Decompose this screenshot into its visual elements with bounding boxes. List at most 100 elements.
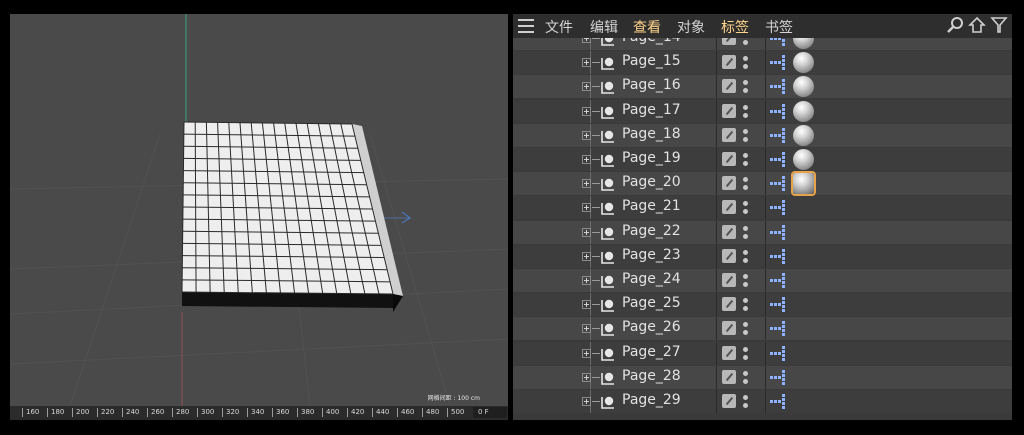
filter-icon[interactable] bbox=[990, 16, 1008, 34]
object-name[interactable]: Page_16 bbox=[622, 77, 681, 93]
expand-toggle-icon[interactable] bbox=[582, 106, 591, 116]
expand-toggle-icon[interactable] bbox=[582, 38, 591, 43]
3d-viewport[interactable]: 网格间距 : 100 cm 0 F 160 180 200 220 240 260 280 3… bbox=[10, 14, 508, 420]
enable-toggle-icon[interactable] bbox=[722, 38, 736, 45]
editor-visibility-dot[interactable] bbox=[743, 395, 748, 400]
object-row[interactable]: Page_22 bbox=[513, 220, 1012, 244]
cloner-tag-icon[interactable] bbox=[769, 296, 789, 313]
enable-toggle-icon[interactable] bbox=[722, 224, 736, 239]
cloner-tag-icon[interactable] bbox=[769, 127, 789, 144]
menu-item[interactable]: 编辑 bbox=[590, 17, 618, 37]
material-tag-icon[interactable] bbox=[793, 76, 814, 98]
object-name[interactable]: Page_17 bbox=[622, 102, 681, 118]
object-row[interactable]: Page_24 bbox=[513, 269, 1012, 292]
cloner-tag-icon[interactable] bbox=[769, 151, 789, 168]
object-row[interactable]: Page_23 bbox=[513, 244, 1012, 268]
cloner-tag-icon[interactable] bbox=[769, 224, 789, 241]
object-name[interactable]: Page_23 bbox=[622, 247, 681, 263]
object-row[interactable]: Page_18 bbox=[513, 123, 1012, 147]
object-name[interactable]: Page_18 bbox=[622, 126, 681, 142]
enable-toggle-icon[interactable] bbox=[722, 127, 736, 142]
object-row[interactable]: Page_25 bbox=[513, 293, 1012, 317]
object-row[interactable]: Page_26 bbox=[513, 317, 1012, 341]
render-visibility-dot[interactable] bbox=[743, 257, 748, 263]
cloner-tag-icon[interactable] bbox=[769, 272, 789, 289]
enable-toggle-icon[interactable] bbox=[722, 273, 736, 287]
cloner-tag-icon[interactable] bbox=[769, 54, 789, 71]
enable-toggle-icon[interactable] bbox=[722, 79, 736, 94]
render-visibility-dot[interactable] bbox=[743, 185, 748, 191]
editor-visibility-dot[interactable] bbox=[743, 346, 748, 352]
expand-toggle-icon[interactable] bbox=[582, 203, 591, 213]
menu-item[interactable]: 对象 bbox=[677, 17, 705, 37]
expand-toggle-icon[interactable] bbox=[582, 276, 591, 285]
editor-visibility-dot[interactable] bbox=[743, 177, 748, 183]
expand-toggle-icon[interactable] bbox=[582, 348, 591, 358]
object-row[interactable]: Page_27 bbox=[513, 341, 1012, 365]
render-visibility-dot[interactable] bbox=[743, 209, 748, 215]
expand-toggle-icon[interactable] bbox=[582, 324, 591, 334]
editor-visibility-dot[interactable] bbox=[743, 56, 748, 62]
render-visibility-dot[interactable] bbox=[743, 40, 748, 45]
render-visibility-dot[interactable] bbox=[743, 330, 748, 336]
timeline-ruler[interactable]: 0 F 160 180 200 220 240 260 280 300 320 340 360 380… bbox=[10, 406, 508, 420]
material-tag-icon[interactable] bbox=[793, 52, 814, 74]
object-name[interactable]: Page_28 bbox=[622, 368, 681, 384]
object-row[interactable]: Page_15 bbox=[513, 51, 1012, 75]
expand-toggle-icon[interactable] bbox=[582, 227, 591, 237]
object-name[interactable]: Page_22 bbox=[622, 223, 681, 239]
enable-toggle-icon[interactable] bbox=[722, 394, 736, 408]
editor-visibility-dot[interactable] bbox=[743, 128, 748, 134]
object-row[interactable]: Page_21 bbox=[513, 196, 1012, 220]
render-visibility-dot[interactable] bbox=[743, 161, 748, 166]
cloner-tag-icon[interactable] bbox=[769, 248, 789, 265]
cloner-tag-icon[interactable] bbox=[769, 78, 789, 95]
editor-visibility-dot[interactable] bbox=[743, 153, 748, 158]
editor-visibility-dot[interactable] bbox=[743, 298, 748, 304]
material-tag-icon[interactable] bbox=[793, 100, 814, 122]
object-row[interactable]: Page_17 bbox=[513, 99, 1012, 123]
render-visibility-dot[interactable] bbox=[743, 136, 748, 142]
object-row[interactable]: Page_29 bbox=[513, 390, 1012, 413]
enable-toggle-icon[interactable] bbox=[722, 321, 736, 336]
enable-toggle-icon[interactable] bbox=[722, 345, 736, 360]
viewport-scene[interactable] bbox=[10, 14, 508, 406]
object-name[interactable]: Page_15 bbox=[622, 53, 681, 69]
material-tag-icon[interactable] bbox=[793, 149, 814, 170]
object-name[interactable]: Page_21 bbox=[622, 198, 681, 214]
object-row[interactable]: Page_28 bbox=[513, 365, 1012, 389]
current-frame-field[interactable]: 0 F bbox=[473, 407, 507, 418]
render-visibility-dot[interactable] bbox=[743, 378, 748, 384]
object-name[interactable]: Page_25 bbox=[622, 295, 681, 311]
cloner-tag-icon[interactable] bbox=[769, 393, 789, 410]
menu-item[interactable]: 书签 bbox=[765, 17, 793, 37]
menu-item[interactable]: 查看 bbox=[633, 17, 661, 37]
expand-toggle-icon[interactable] bbox=[582, 130, 591, 140]
object-name[interactable]: Page_27 bbox=[622, 344, 681, 360]
editor-visibility-dot[interactable] bbox=[743, 104, 748, 110]
render-visibility-dot[interactable] bbox=[743, 112, 748, 118]
enable-toggle-icon[interactable] bbox=[722, 176, 736, 191]
cloner-tag-icon[interactable] bbox=[769, 369, 789, 386]
enable-toggle-icon[interactable] bbox=[722, 103, 736, 118]
expand-toggle-icon[interactable] bbox=[582, 300, 591, 310]
cloner-tag-icon[interactable] bbox=[769, 345, 789, 362]
enable-toggle-icon[interactable] bbox=[722, 297, 736, 312]
expand-toggle-icon[interactable] bbox=[582, 155, 591, 164]
enable-toggle-icon[interactable] bbox=[722, 369, 736, 384]
material-tag-icon[interactable] bbox=[793, 124, 814, 146]
object-name[interactable]: Page_14 bbox=[622, 38, 681, 45]
object-name[interactable]: Page_19 bbox=[622, 150, 681, 166]
cloner-tag-icon[interactable] bbox=[769, 103, 789, 120]
expand-toggle-icon[interactable] bbox=[582, 58, 591, 68]
cloner-tag-icon[interactable] bbox=[769, 199, 789, 216]
home-icon[interactable] bbox=[968, 16, 986, 34]
render-visibility-dot[interactable] bbox=[743, 354, 748, 360]
cloner-tag-icon[interactable] bbox=[769, 175, 789, 192]
editor-visibility-dot[interactable] bbox=[743, 274, 748, 279]
object-list[interactable]: Page_14 Page_15 Page_16 Page_17 Page_18 Page_… bbox=[513, 38, 1012, 420]
menu-item[interactable]: 文件 bbox=[545, 17, 573, 37]
enable-toggle-icon[interactable] bbox=[722, 248, 736, 263]
cloner-tag-icon[interactable] bbox=[769, 320, 789, 337]
object-row[interactable]: Page_14 bbox=[513, 38, 1012, 50]
